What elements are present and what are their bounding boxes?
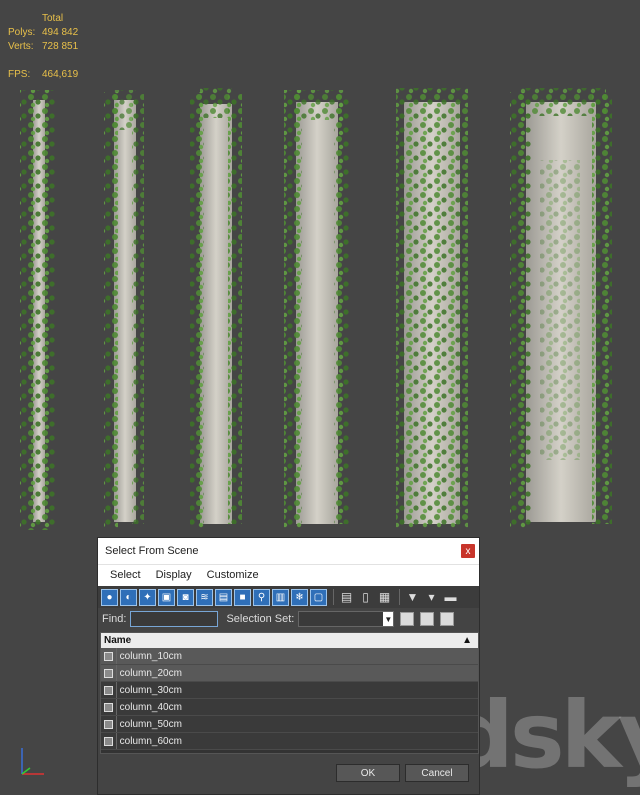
- create-selection-set-icon[interactable]: [400, 612, 415, 626]
- column-4: [284, 90, 350, 528]
- close-button[interactable]: x: [461, 544, 475, 558]
- column-2: [104, 90, 144, 528]
- object-icon: [104, 651, 113, 661]
- list-item-label: column_40cm: [115, 699, 478, 715]
- list-item[interactable]: column_10cm: [101, 648, 478, 665]
- object-icon: [104, 702, 113, 712]
- list-item-label: column_20cm: [115, 665, 478, 681]
- scene-object-list[interactable]: Name ▲ column_10cm column_20cm column_30…: [100, 632, 479, 754]
- list-item[interactable]: column_40cm: [101, 699, 478, 716]
- axis-gizmo-icon: [21, 748, 44, 775]
- geometry-filter-icon[interactable]: ●: [101, 588, 118, 606]
- hidden-filter-icon[interactable]: ▢: [310, 588, 327, 606]
- container-filter-icon[interactable]: ▥: [272, 588, 289, 606]
- invert-selection-icon[interactable]: ▦: [376, 588, 393, 606]
- list-item-label: column_30cm: [115, 682, 478, 698]
- sort-ascending-icon: ▲: [462, 635, 472, 646]
- dialog-titlebar[interactable]: Select From Scene x: [98, 538, 479, 564]
- menu-display[interactable]: Display: [156, 569, 192, 581]
- column-6: [510, 88, 612, 528]
- filter-icon[interactable]: ▼: [404, 588, 421, 606]
- verts-value: 728 851: [42, 41, 79, 52]
- xref-filter-icon[interactable]: ■: [234, 588, 251, 606]
- name-column-header[interactable]: Name: [104, 635, 131, 646]
- camera-filter-icon[interactable]: ▣: [158, 588, 175, 606]
- bone-filter-icon[interactable]: ⚲: [253, 588, 270, 606]
- frozen-filter-icon[interactable]: ❄: [291, 588, 308, 606]
- ok-button[interactable]: OK: [336, 764, 400, 782]
- object-icon: [104, 719, 113, 729]
- list-item-label: column_50cm: [115, 716, 478, 732]
- polys-label: Polys:: [8, 27, 36, 38]
- column-3: [190, 88, 242, 528]
- sync-selection-icon[interactable]: ▬: [442, 588, 459, 606]
- list-item[interactable]: column_50cm: [101, 716, 478, 733]
- list-item[interactable]: column_60cm: [101, 733, 478, 750]
- polys-value: 494 842: [42, 27, 79, 38]
- menu-bar: Select Display Customize: [98, 564, 479, 584]
- find-label: Find:: [102, 613, 127, 625]
- light-filter-icon[interactable]: ✦: [139, 588, 156, 606]
- select-none-icon[interactable]: ▯: [357, 588, 374, 606]
- list-item[interactable]: column_30cm: [101, 682, 478, 699]
- menu-select[interactable]: Select: [110, 569, 141, 581]
- select-from-scene-dialog[interactable]: Select From Scene x Select Display Custo…: [97, 537, 480, 795]
- group-filter-icon[interactable]: ▤: [215, 588, 232, 606]
- list-item[interactable]: column_20cm: [101, 665, 478, 682]
- list-header-name[interactable]: Name ▲: [101, 633, 478, 648]
- dialog-title: Select From Scene: [105, 545, 199, 557]
- selection-set-label: Selection Set:: [226, 613, 295, 625]
- remove-from-selection-set-icon[interactable]: [440, 612, 455, 626]
- column-1: [20, 90, 56, 530]
- column-5: [396, 88, 468, 528]
- select-all-icon[interactable]: ▤: [338, 588, 355, 606]
- find-input[interactable]: [130, 611, 219, 627]
- filter-toolbar: ● ◐ ✦ ▣ ◙ ≋ ▤ ■ ⚲ ▥ ❄ ▢ ▤ ▯ ▦ ▼ ▾ ▬: [98, 584, 479, 608]
- viewport-stats: Total Polys: 494 842 Verts: 728 851 FPS: 46…: [8, 12, 78, 82]
- cancel-button[interactable]: Cancel: [405, 764, 469, 782]
- ivy-columns-render: [20, 88, 612, 530]
- filter-options-icon[interactable]: ▾: [423, 588, 440, 606]
- selection-set-dropdown[interactable]: ▼: [298, 611, 395, 627]
- menu-customize[interactable]: Customize: [207, 569, 259, 581]
- add-to-selection-set-icon[interactable]: [420, 612, 435, 626]
- list-item-label: column_10cm: [115, 648, 478, 664]
- object-icon: [104, 736, 113, 746]
- object-icon: [104, 668, 113, 678]
- verts-label: Verts:: [8, 41, 34, 52]
- stats-header: Total: [42, 13, 64, 24]
- dialog-footer: OK Cancel: [98, 762, 479, 792]
- spacewarp-filter-icon[interactable]: ≋: [196, 588, 213, 606]
- find-bar: Find: Selection Set: ▼: [98, 608, 479, 630]
- chevron-down-icon[interactable]: ▼: [383, 612, 394, 626]
- object-icon: [104, 685, 113, 695]
- list-item-label: column_60cm: [115, 733, 478, 749]
- helper-filter-icon[interactable]: ◙: [177, 588, 194, 606]
- shape-filter-icon[interactable]: ◐: [120, 588, 137, 606]
